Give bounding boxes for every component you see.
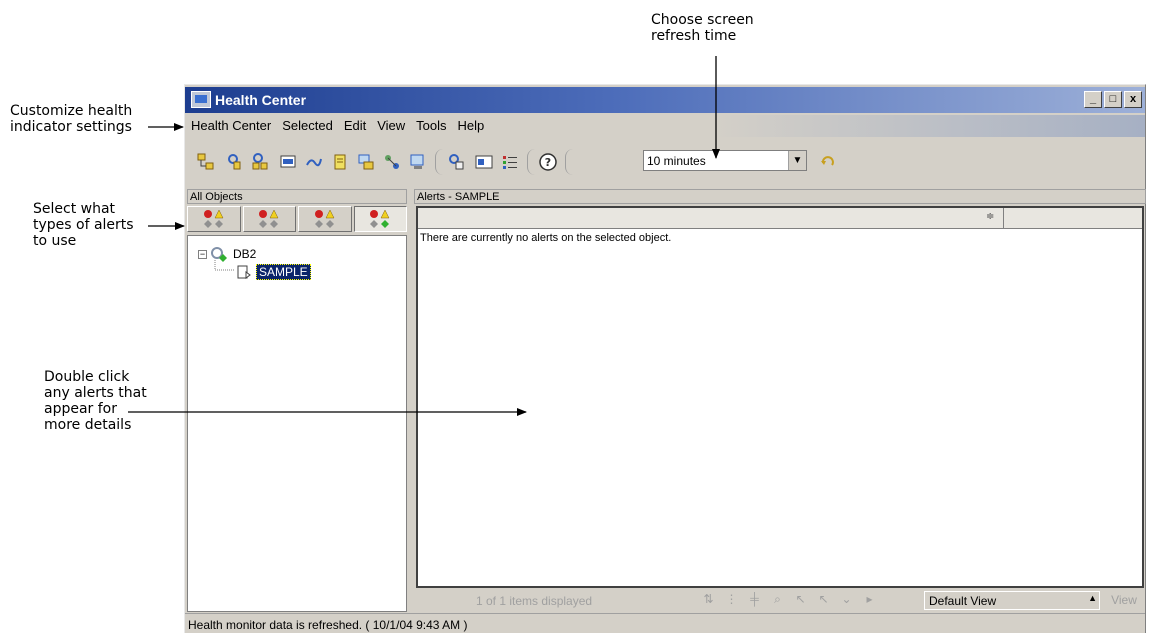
refresh-icon[interactable] [819, 153, 837, 171]
status-text: Health monitor data is refreshed. ( 10/1… [188, 618, 468, 632]
all-objects-pane: All Objects − DB2 SAMPLE [187, 189, 407, 612]
table-status-strip: 1 of 1 items displayed ⇅ ⋮ ╪ ⌕ ↖ ↖ ⌄ ▸ D… [416, 589, 1144, 612]
alert-types-icon [314, 209, 335, 228]
expand-all-icon[interactable]: ⌄ [838, 591, 855, 608]
alert-types-icon [203, 209, 224, 228]
svg-text:?: ? [545, 156, 551, 169]
close-button[interactable]: x [1124, 91, 1142, 108]
collapse-icon[interactable]: − [198, 249, 207, 259]
refresh-time-select[interactable]: 10 minutes ▼ [643, 150, 807, 171]
annotation-customize: Customize health indicator settings [10, 103, 133, 135]
items-displayed: 1 of 1 items displayed [476, 594, 593, 608]
toolbar: ? 10 minutes ▼ [185, 139, 1145, 183]
menu-selected[interactable]: Selected [276, 115, 338, 133]
filter-alarm-alerts-button[interactable] [187, 206, 241, 232]
refresh-time-value: 10 minutes [647, 154, 706, 168]
view-select[interactable]: Default View ▲ [924, 591, 1100, 610]
annotation-refresh-time: Choose screen refresh time [651, 12, 754, 44]
title-bar[interactable]: Health Center _ □ x [185, 87, 1145, 113]
status-bar: Health monitor data is refreshed. ( 10/1… [185, 613, 1145, 633]
health-center-window: Health Center _ □ x Health Center Selecte… [184, 84, 1146, 633]
menu-edit[interactable]: Edit [338, 115, 371, 133]
view-select-value: Default View [929, 594, 997, 608]
alert-types-icon [370, 209, 390, 228]
show-view-icon[interactable] [475, 153, 493, 171]
sort-icon[interactable]: ≑ [986, 211, 994, 222]
tree-label-selected: SAMPLE [256, 264, 311, 280]
menu-help[interactable]: Help [452, 115, 490, 133]
alerts-title: Alerts - SAMPLE [414, 189, 1146, 204]
menu-health-center[interactable]: Health Center [185, 115, 276, 133]
select-all-icon[interactable]: ↖ [792, 591, 809, 608]
view-button[interactable]: View [1106, 591, 1142, 610]
table-header: ≑ [418, 208, 1142, 229]
find-icon[interactable]: ⌕ [769, 591, 786, 608]
tree-connector [214, 260, 234, 271]
chevron-up-icon[interactable]: ▲ [1088, 593, 1097, 603]
annotation-alert-types: Select what types of alerts to use [33, 201, 134, 249]
menu-view[interactable]: View [371, 115, 410, 133]
maximize-button[interactable]: □ [1104, 91, 1122, 108]
toolbar-separator [527, 149, 535, 175]
list-icon[interactable] [501, 153, 519, 171]
filter-all-alerts-button[interactable] [353, 206, 407, 232]
alert-type-filters [187, 206, 407, 233]
command-window-icon[interactable] [279, 153, 297, 171]
filter-icon[interactable]: ⋮ [723, 591, 740, 608]
deselect-all-icon[interactable]: ↖ [815, 591, 832, 608]
control-center-icon[interactable] [409, 153, 427, 171]
health-indicator-settings-icon[interactable] [225, 153, 243, 171]
connect-icon[interactable] [305, 153, 323, 171]
menu-tools[interactable]: Tools [410, 115, 451, 133]
database-icon [237, 265, 251, 279]
recommendations-icon[interactable] [251, 153, 269, 171]
annotation-double-click: Double click any alerts that appear for … [44, 369, 147, 433]
collapse-all-icon[interactable]: ▸ [861, 591, 878, 608]
toolbar-separator [435, 149, 443, 175]
column-header[interactable] [418, 208, 1004, 228]
tree-item-sample[interactable]: SAMPLE [236, 264, 311, 280]
alerts-table: ≑ There are currently no alerts on the s… [416, 206, 1144, 588]
help-icon[interactable]: ? [539, 153, 557, 171]
alert-types-icon [259, 209, 279, 228]
object-tree: − DB2 SAMPLE [187, 235, 407, 612]
alerts-pane: Alerts - SAMPLE ≑ There are currently no… [414, 189, 1146, 612]
journal-icon[interactable] [331, 153, 349, 171]
window-title: Health Center [215, 92, 307, 108]
replication-center-icon[interactable] [383, 153, 401, 171]
filter-warning-alerts-button[interactable] [242, 206, 296, 232]
filter-attention-alerts-button[interactable] [298, 206, 352, 232]
minimize-button[interactable]: _ [1084, 91, 1102, 108]
sort-icon[interactable]: ⇅ [700, 591, 717, 608]
tree-label: DB2 [233, 247, 257, 261]
no-alerts-message: There are currently no alerts on the sel… [420, 232, 672, 244]
chevron-down-icon[interactable]: ▼ [788, 151, 806, 170]
task-center-icon[interactable] [357, 153, 375, 171]
app-icon [191, 91, 211, 108]
customize-columns-icon[interactable]: ╪ [746, 591, 763, 608]
all-objects-title: All Objects [187, 189, 407, 204]
menu-bar: Health Center Selected Edit View Tools Help [185, 115, 1145, 137]
toolbar-separator [565, 149, 573, 175]
information-center-icon[interactable] [447, 153, 465, 171]
object-tree-icon[interactable] [197, 153, 215, 171]
